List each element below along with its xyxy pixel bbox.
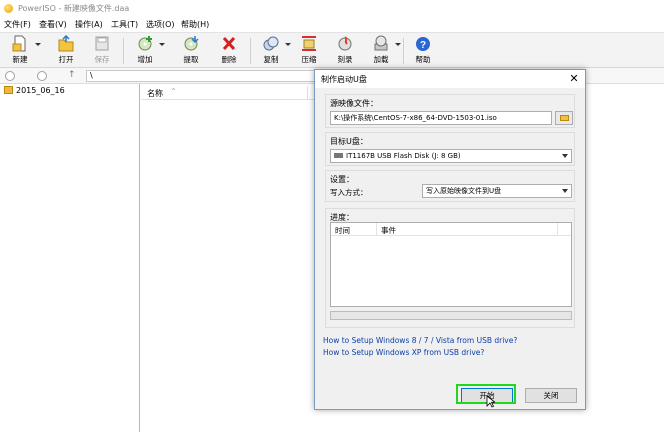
disc-image-icon <box>4 86 13 94</box>
chevron-down-icon <box>562 154 568 158</box>
new-file-icon <box>12 35 26 52</box>
path-input[interactable]: \ <box>86 70 316 82</box>
forward-icon[interactable] <box>37 71 47 81</box>
menu-view[interactable]: 查看(V) <box>39 19 67 30</box>
progress-bar <box>330 311 572 320</box>
column-divider[interactable] <box>307 86 308 100</box>
log-header: 时间 事件 <box>331 223 571 236</box>
close-icon[interactable]: ✕ <box>567 72 581 86</box>
compress-button[interactable]: 压缩 <box>298 35 320 67</box>
extract-disc-icon <box>184 36 199 51</box>
burn-button[interactable]: 刻录 <box>334 35 356 67</box>
column-header-name[interactable]: 名称 ^ <box>141 86 321 100</box>
toolbar-separator <box>250 38 251 64</box>
mount-drive-icon <box>374 35 388 51</box>
mount-dropdown-icon[interactable] <box>395 43 401 46</box>
back-icon[interactable] <box>5 71 15 81</box>
extract-button[interactable]: 提取 <box>180 35 202 67</box>
folder-icon <box>560 115 569 121</box>
delete-button[interactable]: 删除 <box>218 35 240 67</box>
save-disk-icon <box>95 36 109 51</box>
dialog-title-bar: 制作启动U盘 ✕ <box>315 70 585 88</box>
help-button[interactable]: ? 帮助 <box>412 35 434 67</box>
target-usb-label: 目标U盘： <box>330 137 368 146</box>
target-usb-group: 目标U盘： IT1167B USB Flash Disk (J: 8 GB) <box>325 132 575 166</box>
toolbar-separator <box>123 38 124 64</box>
dialog-title: 制作启动U盘 <box>321 75 367 84</box>
title-bar: PowerISO - 新建映像文件.daa <box>0 0 664 17</box>
sort-up-icon: ^ <box>171 88 177 95</box>
mouse-cursor-icon <box>486 395 495 408</box>
link-setup-winxp[interactable]: How to Setup Windows XP from USB drive? <box>323 348 484 357</box>
app-logo-icon <box>4 4 13 13</box>
write-mode-label: 写入方式： <box>330 188 368 197</box>
menu-tools[interactable]: 工具(T) <box>111 19 138 30</box>
menu-options[interactable]: 选项(O) <box>146 19 175 30</box>
close-button[interactable]: 关闭 <box>525 388 577 403</box>
column-divider[interactable] <box>376 223 377 236</box>
progress-group: 进度： 时间 事件 <box>325 208 575 328</box>
column-divider[interactable] <box>557 223 558 236</box>
log-col-event: 事件 <box>381 226 396 235</box>
new-button[interactable]: 新建 <box>8 35 41 67</box>
make-bootable-usb-dialog: 制作启动U盘 ✕ 源映像文件： K:\操作系统\CentOS-7-x86_64-… <box>314 69 586 410</box>
menu-action[interactable]: 操作(A) <box>75 19 103 30</box>
open-button[interactable]: 打开 <box>56 35 76 67</box>
settings-label: 设置： <box>330 175 354 184</box>
source-image-group: 源映像文件： K:\操作系统\CentOS-7-x86_64-DVD-1503-… <box>325 94 575 128</box>
up-arrow-icon[interactable]: ↑ <box>68 70 76 80</box>
add-dropdown-icon[interactable] <box>159 43 165 46</box>
copy-button[interactable]: 复制 <box>260 35 291 67</box>
menu-bar: 文件(F) 查看(V) 操作(A) 工具(T) 选项(O) 帮助(H) <box>0 17 664 32</box>
link-setup-win8-7-vista[interactable]: How to Setup Windows 8 / 7 / Vista from … <box>323 336 517 345</box>
target-usb-select[interactable]: IT1167B USB Flash Disk (J: 8 GB) <box>330 149 572 163</box>
open-folder-icon <box>58 35 74 52</box>
add-button[interactable]: 增加 <box>134 35 165 67</box>
log-col-time: 时间 <box>335 226 350 235</box>
browse-button[interactable] <box>555 111 573 125</box>
write-mode-select[interactable]: 写入原始映像文件到U盘 <box>422 184 572 198</box>
progress-log-list[interactable]: 时间 事件 <box>330 222 572 307</box>
menu-file[interactable]: 文件(F) <box>4 19 31 30</box>
mount-button[interactable]: 加载 <box>370 35 401 67</box>
toolbar-separator <box>403 38 404 64</box>
tree-node-root[interactable]: 2015_06_16 <box>4 86 65 95</box>
add-disc-icon <box>138 36 152 51</box>
copy-dropdown-icon[interactable] <box>285 43 291 46</box>
delete-x-icon <box>222 36 236 51</box>
compress-vise-icon <box>302 36 316 51</box>
usb-drive-icon <box>334 153 343 158</box>
menu-help[interactable]: 帮助(H) <box>181 19 209 30</box>
window-title: PowerISO - 新建映像文件.daa <box>18 4 130 13</box>
help-question-icon: ? <box>416 37 430 51</box>
chevron-down-icon <box>562 189 568 193</box>
toolbar: 新建 打开 保存 增加 提取 删除 复制 压缩 刻录 加载 ? 帮助 <box>0 32 664 68</box>
burn-disc-icon <box>338 36 352 51</box>
source-image-input[interactable]: K:\操作系统\CentOS-7-x86_64-DVD-1503-01.iso <box>330 111 552 125</box>
folder-tree: 2015_06_16 <box>0 84 140 432</box>
settings-group: 设置： 写入方式： 写入原始映像文件到U盘 <box>325 170 575 202</box>
copy-disc-icon <box>263 36 279 51</box>
source-image-label: 源映像文件： <box>330 99 378 108</box>
svg-text:?: ? <box>420 40 426 51</box>
new-dropdown-icon[interactable] <box>35 43 41 46</box>
save-button[interactable]: 保存 <box>92 35 112 67</box>
